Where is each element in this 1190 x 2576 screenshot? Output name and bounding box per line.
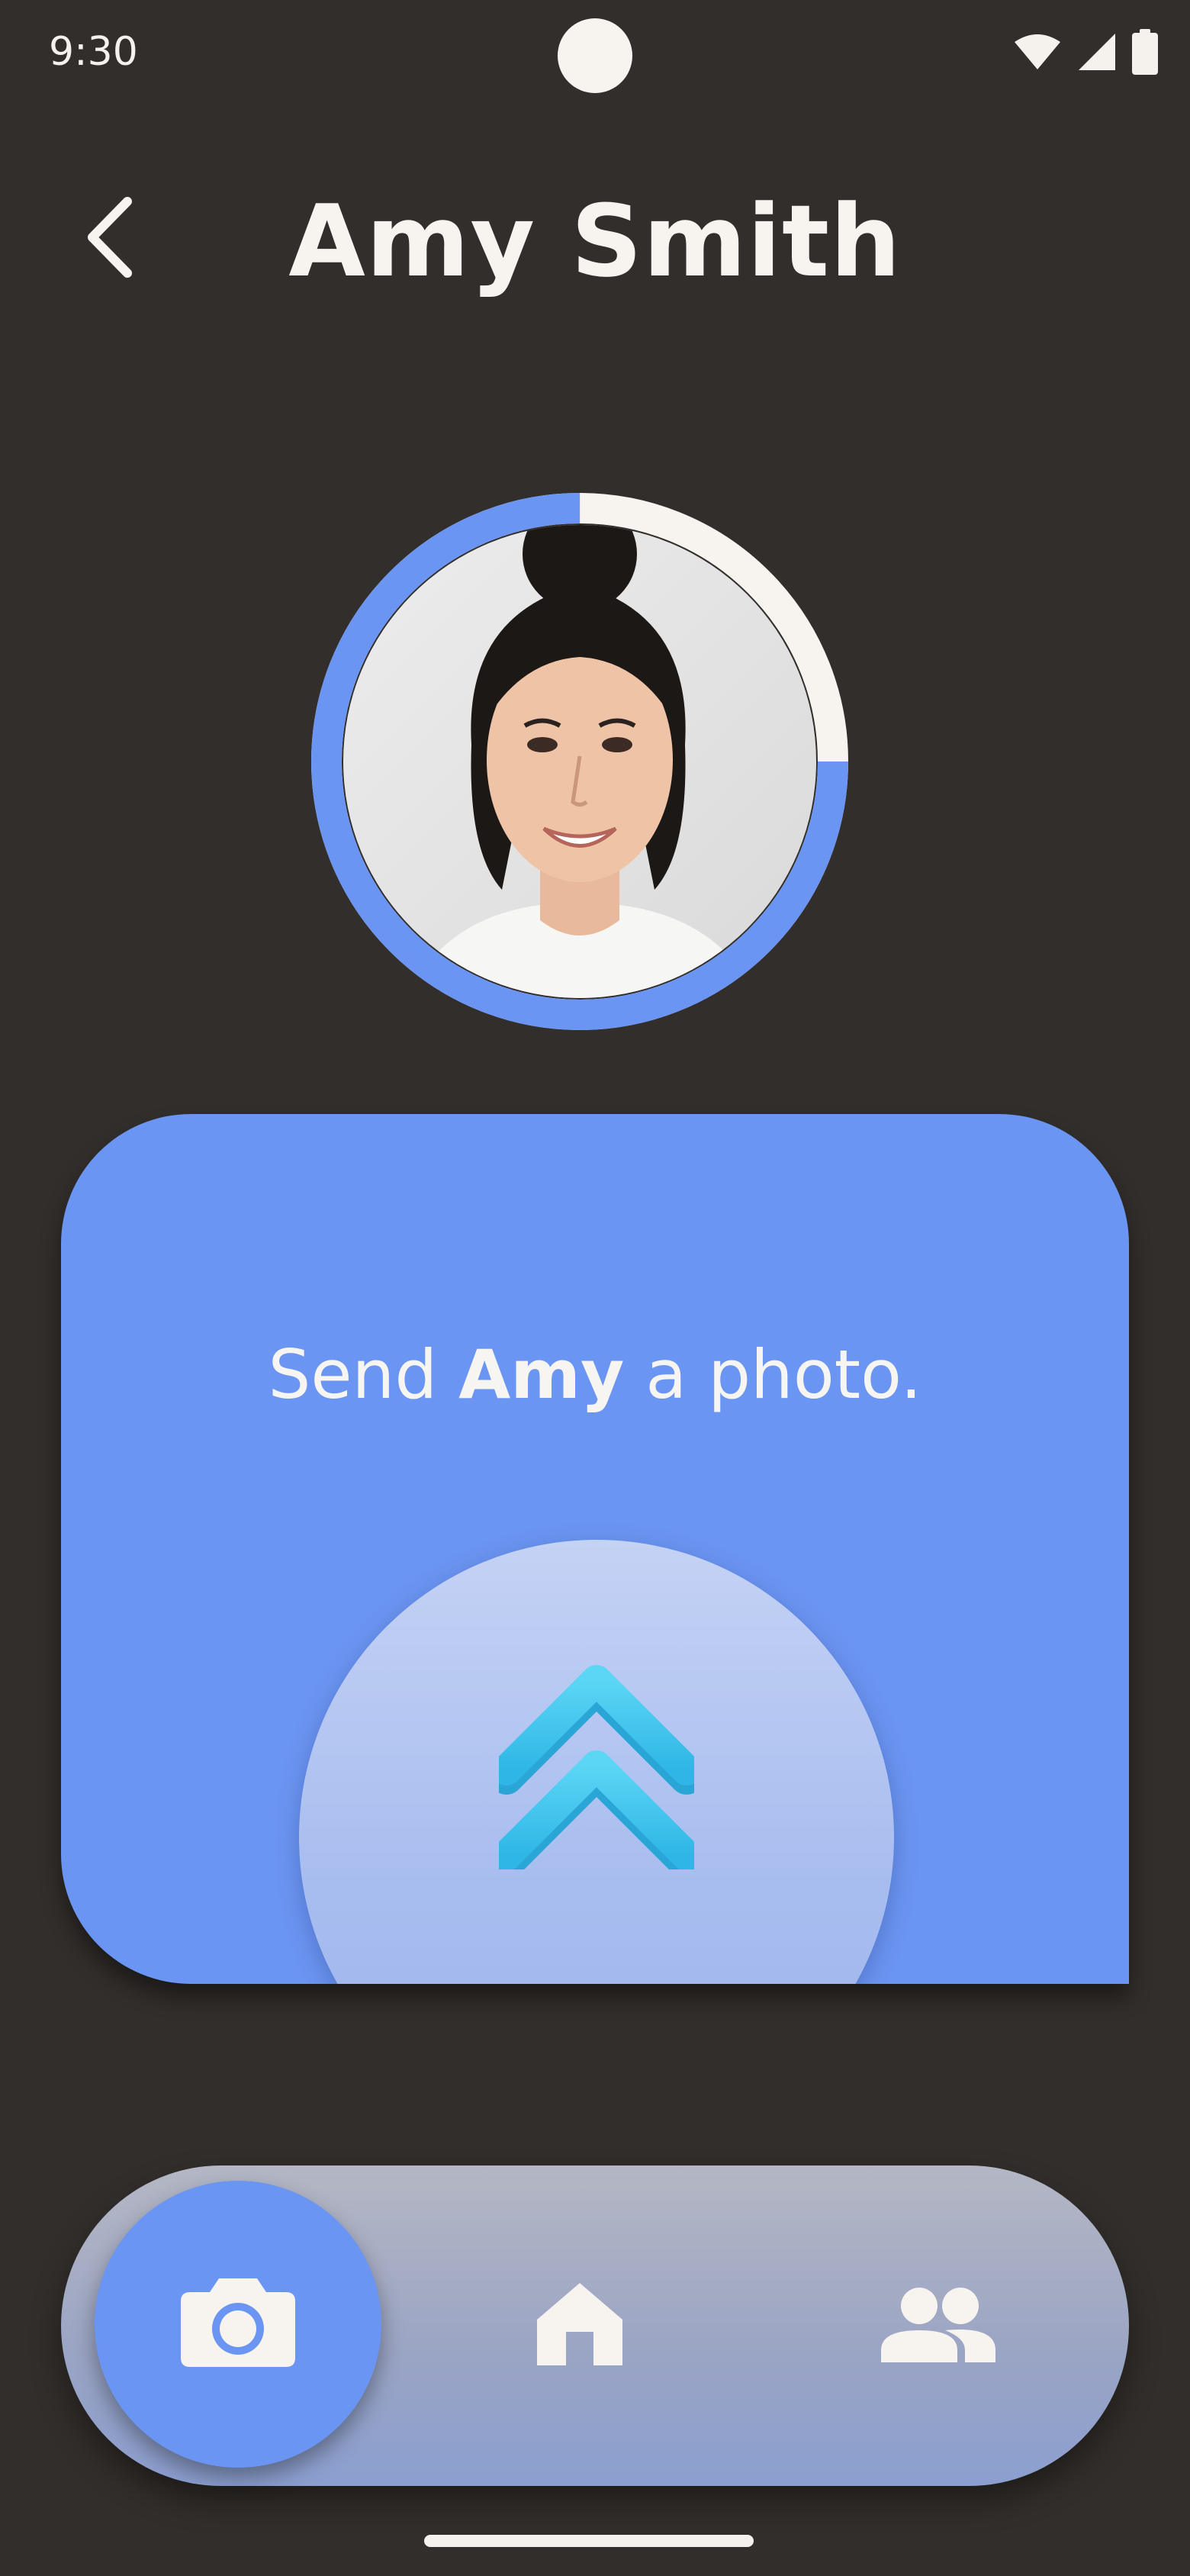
home-icon [537,2283,622,2368]
nav-camera-button[interactable] [95,2181,381,2468]
cellular-signal-icon [1077,32,1117,72]
avatar[interactable] [311,493,848,1030]
send-photo-text: Send Amy a photo. [61,1335,1129,1414]
home-indicator[interactable] [424,2535,754,2547]
camera-icon [181,2278,295,2370]
battery-icon [1132,29,1158,75]
page-title: Amy Smith [288,183,902,299]
wifi-icon [1013,33,1062,71]
send-text-suffix: a photo. [624,1335,922,1414]
double-chevron-up-icon [490,1656,703,1880]
send-photo-card: Send Amy a photo. [61,1114,1129,1984]
status-bar: 9:30 [0,0,1190,114]
bottom-nav [61,2165,1129,2486]
camera-cutout [558,18,632,93]
nav-home-button[interactable] [503,2249,656,2402]
send-text-name: Amy [458,1335,625,1414]
status-icons [1013,29,1158,75]
nav-friends-button[interactable] [862,2249,1015,2402]
send-text-prefix: Send [268,1335,459,1414]
status-time: 9:30 [49,29,138,75]
people-icon [881,2286,995,2365]
send-photo-button[interactable] [299,1540,894,1984]
